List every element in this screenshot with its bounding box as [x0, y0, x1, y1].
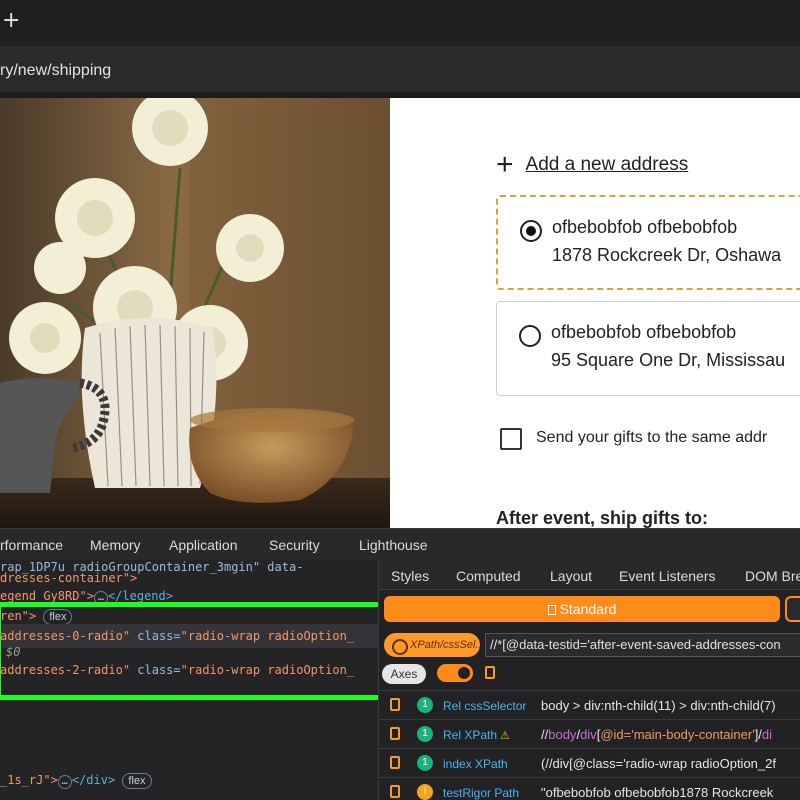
radio-unchecked-icon[interactable] — [519, 325, 541, 347]
copy-icon[interactable] — [390, 698, 400, 711]
address-option[interactable]: ofbebobfob ofbebobfob 95 Square One Dr, … — [496, 301, 800, 396]
address-name: ofbebobfob ofbebobfob — [552, 217, 738, 237]
flowers-vase-photo — [0, 98, 390, 528]
xpath-input[interactable]: //*[@data-testid='after-event-saved-addr… — [485, 633, 800, 657]
axes-toggle[interactable] — [437, 664, 473, 682]
selector-value[interactable]: //body/div[@id='main-body-container']/di — [541, 727, 772, 742]
selector-type-label: Rel XPath ⚠ — [443, 728, 510, 742]
copy-icon[interactable] — [390, 756, 400, 769]
warning-icon: ⚠ — [500, 730, 510, 742]
add-new-address-label[interactable]: Add a new address — [526, 154, 689, 176]
address-line: 95 Square One Dr, Mississau — [551, 350, 786, 370]
selector-value[interactable]: "ofbebobfob ofbebobfob1878 Rockcreek — [541, 785, 773, 800]
devtools-sidebar: Styles Computed Layout Event Listeners D… — [378, 560, 800, 800]
tab-lighthouse[interactable]: Lighthouse — [359, 537, 428, 553]
dom-line[interactable]: addresses-2-radio" class="radio-wrap rad… — [0, 661, 354, 679]
web-page: + Add a new address ofbebobfob ofbebobfo… — [0, 98, 800, 528]
copy-icon[interactable] — [485, 666, 495, 679]
dom-line-selected[interactable]: addresses-0-radio" class="radio-wrap rad… — [0, 627, 354, 645]
copy-icon[interactable] — [390, 785, 400, 798]
selector-type-dropdown[interactable]: XPath/cssSel.. — [384, 633, 480, 657]
standard-mode-button[interactable]: Standard — [384, 596, 780, 622]
selector-result-row[interactable]: 1 Rel cssSelector body > div:nth-child(1… — [379, 690, 800, 719]
match-count-badge: 1 — [417, 697, 433, 713]
browser-tab-bar: + — [0, 0, 800, 46]
dom-line[interactable]: ren"> flex — [0, 607, 73, 625]
radio-checked-icon[interactable] — [520, 220, 542, 242]
devtools-tab-bar: rformance Memory Application Security Li… — [0, 528, 800, 560]
selector-result-row[interactable]: 1 index XPath (//div[@class='radio-wrap … — [379, 748, 800, 777]
sidebar-tab-bar: Styles Computed Layout Event Listeners D… — [379, 560, 800, 590]
new-tab-button[interactable]: + — [2, 8, 20, 34]
axes-button[interactable]: Axes — [382, 664, 426, 684]
address-name: ofbebobfob ofbebobfob — [551, 322, 737, 342]
secondary-mode-button[interactable] — [785, 596, 800, 622]
address-bar[interactable]: ry/new/shipping — [0, 52, 800, 92]
same-address-checkbox[interactable] — [500, 428, 522, 450]
selector-type-label: testRigor Path — [443, 786, 520, 800]
standard-label: Standard — [559, 601, 617, 617]
tab-memory[interactable]: Memory — [90, 537, 141, 553]
selector-result-row[interactable]: i testRigor Path "ofbebobfob ofbebobfob1… — [379, 777, 800, 800]
tab-styles[interactable]: Styles — [391, 568, 429, 584]
shipping-address-panel: + Add a new address ofbebobfob ofbebobfo… — [390, 98, 800, 528]
add-new-address-link[interactable]: + Add a new address — [496, 150, 688, 180]
plus-icon: + — [496, 148, 514, 181]
flex-badge[interactable]: flex — [43, 609, 73, 625]
dom-line[interactable]: dresses-container"> — [0, 569, 137, 587]
elements-panel: rap_1DP7u radioGroupContainer_3mgin" dat… — [0, 560, 378, 800]
tab-event-listeners[interactable]: Event Listeners — [619, 568, 716, 584]
tab-layout[interactable]: Layout — [550, 568, 592, 584]
tab-performance[interactable]: rformance — [0, 537, 63, 553]
selector-value[interactable]: body > div:nth-child(11) > div:nth-child… — [541, 698, 776, 713]
selector-type-label: index XPath — [443, 757, 508, 771]
collapsed-dots[interactable]: … — [93, 591, 108, 605]
selector-value[interactable]: (//div[@class='radio-wrap radioOption_2f — [541, 756, 776, 771]
copy-icon[interactable] — [390, 727, 400, 740]
after-event-heading: After event, ship gifts to: — [496, 508, 709, 528]
dom-dollar-zero: $0 — [6, 645, 21, 659]
flex-badge[interactable]: flex — [122, 773, 152, 789]
tab-dom-breakpoints[interactable]: DOM Bre — [745, 568, 800, 584]
address-option-selected[interactable]: ofbebobfob ofbebobfob 1878 Rockcreek Dr,… — [496, 195, 800, 290]
same-address-label[interactable]: Send your gifts to the same addr — [536, 429, 767, 447]
tab-computed[interactable]: Computed — [456, 568, 521, 584]
copy-icon — [547, 605, 556, 615]
dom-line[interactable]: egend_Gy8RD">… </legend> — [0, 587, 173, 605]
collapsed-dots[interactable]: … — [57, 775, 72, 789]
tab-security[interactable]: Security — [269, 537, 320, 553]
match-count-badge: 1 — [417, 726, 433, 742]
selector-type-label: Rel cssSelector — [443, 699, 527, 713]
address-line: 1878 Rockcreek Dr, Oshawa — [552, 245, 782, 265]
tab-application[interactable]: Application — [169, 537, 238, 553]
url-text[interactable]: ry/new/shipping — [0, 62, 111, 80]
dom-line[interactable]: _1s_rJ">… </div> flex — [0, 771, 152, 789]
info-badge: i — [417, 784, 433, 800]
selector-result-row[interactable]: 1 Rel XPath ⚠ //body/div[@id='main-body-c… — [379, 719, 800, 748]
match-count-badge: 1 — [417, 755, 433, 771]
